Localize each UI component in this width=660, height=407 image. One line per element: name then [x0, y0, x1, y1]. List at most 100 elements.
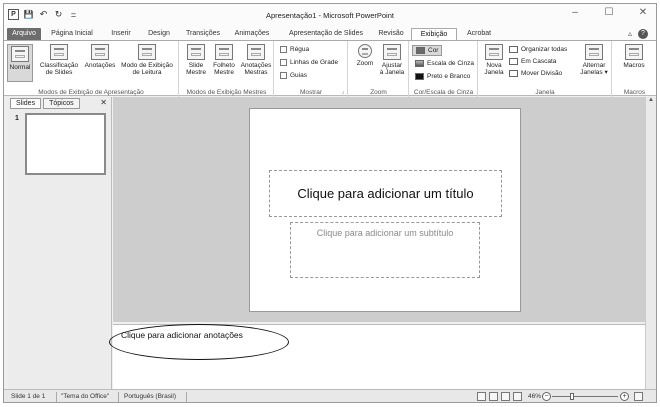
- guides-label: Guias: [290, 72, 307, 79]
- ruler-label: Régua: [290, 46, 310, 53]
- arrange-all-button[interactable]: Organizar todas: [509, 46, 567, 53]
- normal-view-status-icon[interactable]: [477, 392, 486, 401]
- ribbon-exibicao: Normal Classificação de Slides Anotações…: [4, 40, 656, 97]
- color-swatch-icon: [416, 47, 425, 54]
- zoom-slider-track[interactable]: [552, 396, 618, 397]
- macros-label: Macros: [623, 62, 645, 69]
- slide-sorter-label: Classificação de Slides: [39, 62, 79, 76]
- slide-sorter-button[interactable]: Classificação de Slides: [36, 44, 82, 76]
- maximize-button[interactable]: ☐: [602, 7, 616, 18]
- color-label: Cor: [428, 47, 439, 54]
- title-placeholder[interactable]: Clique para adicionar um título: [269, 170, 502, 217]
- group-macros: Macros Macros: [613, 41, 656, 97]
- vertical-scrollbar[interactable]: ▲: [645, 97, 656, 389]
- switch-windows-label: Alternar Janelas ▾: [580, 62, 608, 76]
- group-modos-apresentacao: Normal Classificação de Slides Anotações…: [4, 41, 179, 97]
- notes-page-button[interactable]: Anotações: [82, 44, 118, 69]
- ruler-checkbox[interactable]: Régua: [280, 46, 309, 53]
- slide-sorter-status-icon[interactable]: [489, 392, 498, 401]
- guides-checkbox[interactable]: Guias: [280, 72, 307, 79]
- black-white-button[interactable]: Preto e Branco: [415, 73, 470, 80]
- status-theme[interactable]: "Tema do Office": [61, 393, 109, 400]
- zoom-out-button[interactable]: −: [542, 392, 551, 401]
- gridlines-checkbox[interactable]: Linhas de Grade: [280, 59, 338, 66]
- reading-view-label: Modo de Exibição de Leitura: [121, 62, 173, 76]
- group-zoom: Zoom Ajustar à Janela Zoom: [349, 41, 409, 97]
- slide-canvas[interactable]: Clique para adicionar um título Clique p…: [249, 108, 521, 312]
- zoom-slider-handle[interactable]: [570, 393, 574, 400]
- handout-master-button[interactable]: Folheto Mestre: [209, 44, 239, 76]
- zoom-in-button[interactable]: +: [620, 392, 629, 401]
- color-button[interactable]: Cor: [412, 45, 443, 56]
- macros-button[interactable]: Macros: [619, 44, 649, 69]
- tab-slides[interactable]: Slides: [10, 98, 42, 109]
- magnifier-icon: [358, 44, 372, 58]
- group-label-zoom: Zoom: [370, 89, 387, 96]
- new-window-button[interactable]: Nova Janela: [481, 44, 507, 76]
- close-button[interactable]: ✕: [636, 7, 650, 18]
- ruler-checkbox-box: [280, 46, 287, 53]
- powerpoint-window: P 💾 ↶ ↻ = Apresentação1 - Microsoft Powe…: [3, 3, 657, 403]
- group-label-modos-mestres: Modos de Exibição Mestres: [186, 89, 267, 96]
- move-split-icon: [509, 70, 518, 77]
- reading-view-icon: [138, 44, 156, 60]
- slide-editing-area: Clique para adicionar um título Clique p…: [113, 97, 645, 322]
- group-modos-mestres: Slide Mestre Folheto Mestre Anotações Me…: [180, 41, 274, 97]
- fit-to-window-label: Ajustar à Janela: [379, 62, 405, 76]
- collapse-ribbon-icon[interactable]: ▵: [628, 29, 632, 39]
- cascade-label: Em Cascata: [521, 58, 557, 65]
- slide-master-label: Slide Mestre: [186, 62, 206, 76]
- notes-pane[interactable]: Clique para adicionar anotações: [109, 324, 645, 389]
- title-bar: P 💾 ↶ ↻ = Apresentação1 - Microsoft Powe…: [4, 4, 656, 26]
- move-split-button[interactable]: Mover Divisão: [509, 70, 562, 77]
- notes-page-icon: [91, 44, 109, 60]
- slides-pane: Slides Tópicos ✕ 1: [8, 97, 112, 389]
- status-bar: Slide 1 de 1 "Tema do Office" Português …: [4, 389, 656, 402]
- slideshow-status-icon[interactable]: [513, 392, 522, 401]
- zoom-button[interactable]: Zoom: [352, 44, 378, 67]
- grayscale-label: Escala de Cinza: [427, 60, 474, 67]
- switch-windows-button[interactable]: Alternar Janelas ▾: [576, 44, 612, 76]
- reading-view-button[interactable]: Modo de Exibição de Leitura: [117, 44, 177, 76]
- slide-thumbnail[interactable]: [25, 113, 106, 175]
- close-pane-icon[interactable]: ✕: [100, 98, 107, 107]
- status-language[interactable]: Português (Brasil): [124, 393, 176, 400]
- window-controls: – ☐ ✕: [568, 7, 650, 18]
- status-divider: [186, 392, 187, 402]
- guides-checkbox-box: [280, 72, 287, 79]
- zoom-level[interactable]: 46%: [528, 393, 541, 400]
- notes-master-button[interactable]: Anotações Mestras: [238, 44, 274, 76]
- handout-master-label: Folheto Mestre: [213, 62, 235, 76]
- status-divider: [118, 392, 119, 402]
- help-icon[interactable]: ?: [638, 29, 648, 39]
- black-white-label: Preto e Branco: [427, 73, 471, 80]
- scroll-up-icon[interactable]: ▲: [646, 97, 656, 103]
- status-divider: [56, 392, 57, 402]
- handout-master-icon: [215, 44, 233, 60]
- new-window-icon: [485, 44, 503, 60]
- switch-windows-icon: [585, 44, 603, 60]
- grayscale-button[interactable]: Escala de Cinza: [415, 60, 474, 67]
- move-split-label: Mover Divisão: [521, 70, 563, 77]
- group-label-mostrar: Mostrar: [299, 89, 323, 96]
- group-label-janela: Janela: [535, 89, 555, 96]
- minimize-button[interactable]: –: [568, 7, 582, 18]
- highlight-ellipse: [109, 324, 289, 360]
- fit-to-window-button[interactable]: Ajustar à Janela: [377, 44, 407, 76]
- cascade-button[interactable]: Em Cascata: [509, 58, 556, 65]
- notes-placeholder[interactable]: Clique para adicionar anotações: [109, 324, 289, 360]
- fit-slide-icon[interactable]: [634, 392, 643, 401]
- reading-view-status-icon[interactable]: [501, 392, 510, 401]
- tabs-right-controls: ▵ ?: [628, 29, 648, 39]
- gridlines-label: Linhas de Grade: [290, 59, 339, 66]
- slide-master-button[interactable]: Slide Mestre: [182, 44, 210, 76]
- fit-to-window-icon: [383, 44, 401, 60]
- slide-sorter-icon: [50, 44, 68, 60]
- group-janela: Nova Janela Organizar todas Em Cascata M…: [479, 41, 612, 97]
- black-white-swatch-icon: [415, 73, 424, 80]
- arrange-all-icon: [509, 46, 518, 53]
- tab-topicos[interactable]: Tópicos: [43, 98, 80, 109]
- group-mostrar: Régua Linhas de Grade Guias ⌟ Mostrar: [275, 41, 348, 97]
- normal-view-button[interactable]: Normal: [7, 44, 33, 82]
- subtitle-placeholder[interactable]: Clique para adicionar um subtítulo: [290, 222, 480, 278]
